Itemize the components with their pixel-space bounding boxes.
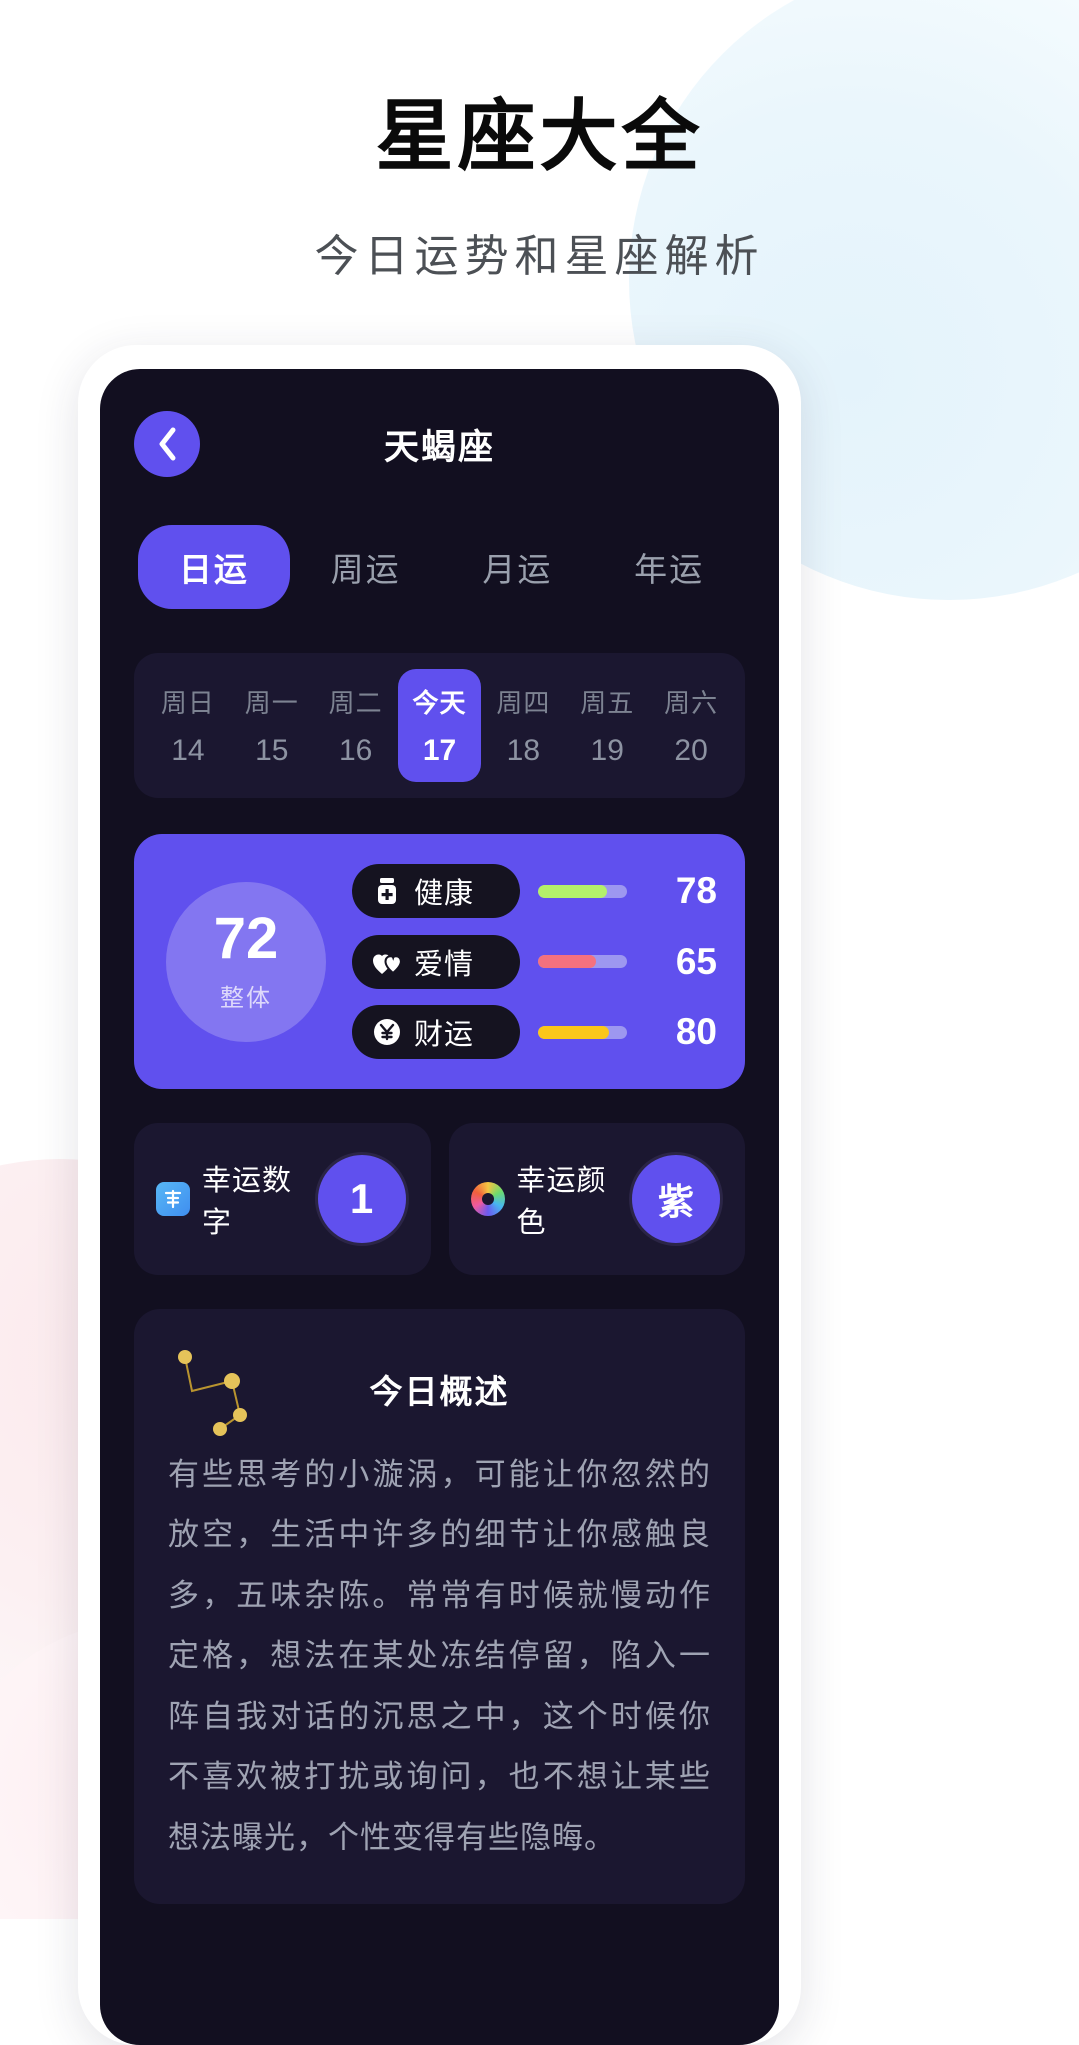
date-num: 14 <box>171 734 205 767</box>
love-bar-track <box>538 955 627 968</box>
page-title: 星座大全 <box>375 92 704 180</box>
health-bar-track <box>538 884 627 898</box>
back-button[interactable] <box>134 411 200 477</box>
wealth-label: 财运 <box>414 1019 475 1051</box>
love-value: 65 <box>675 940 717 982</box>
date-strip: 周日 14 周一 15 周二 16 今天 17 周四 18 周五 19 周六 2… <box>134 653 745 798</box>
lucky-color-value: 紫 <box>657 1181 694 1222</box>
lucky-color-badge: 紫 <box>629 1152 723 1246</box>
constellation-icon <box>172 1343 282 1443</box>
tab-yearly[interactable]: 年运 <box>593 525 745 609</box>
date-dow: 周二 <box>328 688 383 718</box>
score-rows: 健康 78 爱情 65 财运 80 <box>352 864 717 1059</box>
wealth-bar-fill <box>538 1025 610 1039</box>
overview-header: 今日概述 <box>168 1339 711 1439</box>
date-dow: 今天 <box>412 688 467 718</box>
lucky-number-badge: 1 <box>314 1152 409 1246</box>
lucky-number-card[interactable]: 幸运数字 1 <box>134 1123 431 1275</box>
lucky-number-left: 幸运数字 <box>156 1157 315 1241</box>
page-subtitle: 今日运势和星座解析 <box>314 231 765 281</box>
date-cell[interactable]: 周二 16 <box>314 669 398 782</box>
app-title: 天蝎座 <box>383 427 495 467</box>
overview-title: 今日概述 <box>369 1373 510 1410</box>
app-header: 天蝎座 <box>134 369 745 519</box>
phone-screen: 天蝎座 日运 周运 月运 年运 周日 14 周一 15 周二 16 今天 17 <box>100 369 779 2045</box>
date-num: 18 <box>506 734 541 767</box>
date-cell[interactable]: 周日 14 <box>146 669 230 782</box>
date-cell[interactable]: 周六 20 <box>649 669 733 782</box>
hearts-icon <box>372 947 402 977</box>
love-chip: 爱情 <box>352 934 520 989</box>
score-row-wealth: 财运 80 <box>352 1005 717 1059</box>
date-num: 20 <box>674 734 708 767</box>
lucky-color-left: 幸运颜色 <box>470 1157 630 1241</box>
love-label: 爱情 <box>414 948 475 981</box>
health-label: 健康 <box>414 878 475 910</box>
date-dow: 周一 <box>244 688 299 718</box>
date-dow: 周五 <box>580 688 635 718</box>
date-cell[interactable]: 周五 19 <box>565 669 649 782</box>
health-chip: 健康 <box>352 864 520 918</box>
period-tabs: 日运 周运 月运 年运 <box>134 525 745 609</box>
lucky-color-label: 幸运颜色 <box>516 1165 607 1239</box>
wealth-chip: 财运 <box>352 1005 520 1059</box>
date-dow: 周四 <box>496 688 551 718</box>
hero-section: 星座大全 今日运势和星座解析 <box>0 0 1079 284</box>
yen-coin-icon <box>372 1017 402 1047</box>
lucky-char-icon <box>156 1182 190 1216</box>
date-num: 16 <box>338 734 373 767</box>
overall-score-value: 72 <box>213 906 279 971</box>
date-num: 15 <box>255 734 289 767</box>
score-row-health: 健康 78 <box>352 864 717 918</box>
overall-score-circle: 72 整体 <box>166 881 326 1042</box>
phone-mockup: 天蝎座 日运 周运 月运 年运 周日 14 周一 15 周二 16 今天 17 <box>78 345 801 2045</box>
date-num: 19 <box>590 734 624 767</box>
health-value: 78 <box>675 870 717 911</box>
overview-card: 今日概述 有些思考的小漩涡，可能让你忽然的放空，生活中许多的细节让你感触良多，五… <box>134 1309 745 1905</box>
score-row-love: 爱情 65 <box>352 934 717 989</box>
date-cell-today[interactable]: 今天 17 <box>397 669 482 782</box>
wealth-value: 80 <box>675 1011 717 1052</box>
lucky-row: 幸运数字 1 幸运颜色 紫 <box>134 1123 745 1275</box>
color-wheel-icon <box>470 1182 505 1216</box>
lucky-number-value: 1 <box>349 1175 374 1222</box>
wealth-bar-track <box>538 1025 627 1039</box>
date-num: 17 <box>422 734 457 767</box>
tab-monthly[interactable]: 月运 <box>442 525 594 609</box>
love-bar-fill <box>538 955 596 968</box>
date-cell[interactable]: 周四 18 <box>481 669 565 782</box>
lucky-color-card[interactable]: 幸运颜色 紫 <box>448 1123 745 1275</box>
health-bar-fill <box>538 884 608 898</box>
tab-daily[interactable]: 日运 <box>138 525 290 609</box>
date-cell[interactable]: 周一 15 <box>230 669 314 782</box>
lucky-number-label: 幸运数字 <box>202 1165 293 1239</box>
pill-bottle-icon <box>372 876 402 906</box>
date-dow: 周日 <box>160 688 215 718</box>
chevron-left-icon <box>156 427 178 461</box>
score-card: 72 整体 健康 78 爱情 65 财运 80 <box>134 834 745 1089</box>
overview-text: 有些思考的小漩涡，可能让你忽然的放空，生活中许多的细节让你感触良多，五味杂陈。常… <box>168 1457 711 1855</box>
date-dow: 周六 <box>664 688 719 718</box>
overall-score-label: 整体 <box>220 985 272 1012</box>
tab-weekly[interactable]: 周运 <box>290 525 442 609</box>
